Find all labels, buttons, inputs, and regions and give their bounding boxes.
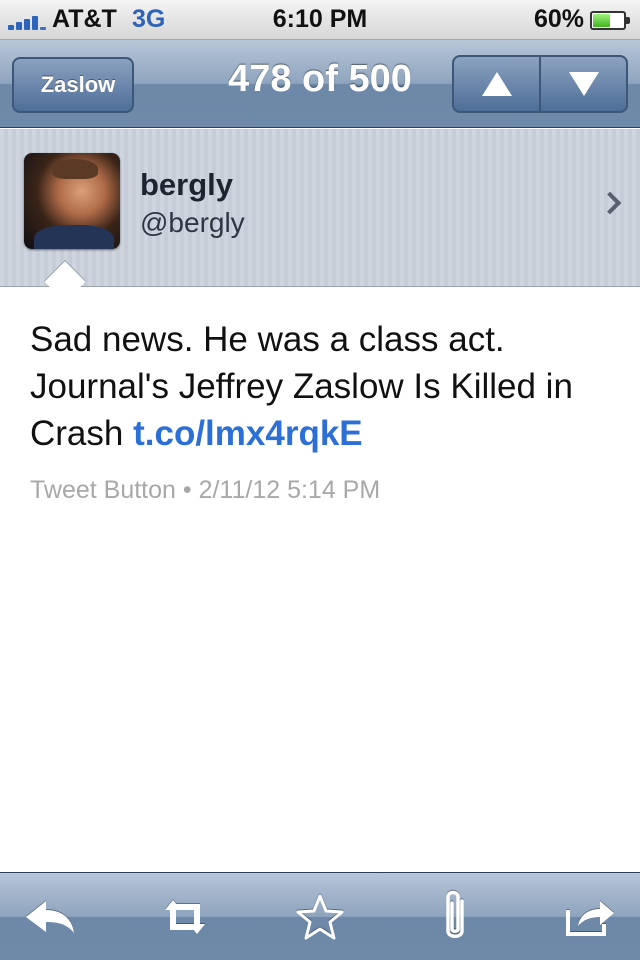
attach-button[interactable] bbox=[423, 885, 487, 949]
battery-percent: 60% bbox=[533, 5, 584, 33]
back-button[interactable]: Zaslow bbox=[12, 57, 134, 113]
back-button-label: Zaslow bbox=[40, 72, 116, 97]
battery-icon bbox=[590, 11, 630, 30]
reply-icon bbox=[26, 900, 74, 933]
profile-handle: @bergly bbox=[140, 207, 245, 238]
favorite-star-icon bbox=[296, 894, 344, 939]
navigation-bar: Zaslow 478 of 500 bbox=[0, 40, 640, 128]
bottom-toolbar bbox=[0, 872, 640, 960]
attachment-paperclip-icon bbox=[446, 890, 464, 938]
up-arrow-icon bbox=[481, 72, 512, 96]
reply-button[interactable] bbox=[18, 885, 82, 949]
retweet-button[interactable] bbox=[153, 885, 217, 949]
favorite-button[interactable] bbox=[288, 885, 352, 949]
profile-header[interactable]: bergly @bergly bbox=[0, 129, 640, 287]
prev-next-segmented-control bbox=[452, 55, 628, 113]
page-title: 478 of 500 bbox=[228, 58, 412, 100]
previous-button[interactable] bbox=[454, 57, 539, 111]
next-button[interactable] bbox=[539, 57, 626, 111]
retweet-icon bbox=[165, 899, 205, 934]
avatar[interactable] bbox=[24, 153, 120, 249]
share-button[interactable] bbox=[558, 885, 622, 949]
tweet-metadata: Tweet Button • 2/11/12 5:14 PM bbox=[30, 476, 381, 504]
status-bar: AT&T 3G 6:10 PM 60% bbox=[0, 0, 640, 40]
profile-name: bergly bbox=[140, 167, 234, 202]
share-icon bbox=[566, 900, 614, 936]
tweet-text: Sad news. He was a class act. Journal's … bbox=[30, 316, 610, 457]
chevron-right-icon bbox=[598, 191, 622, 215]
down-arrow-icon bbox=[568, 72, 599, 96]
tweet-link[interactable]: t.co/lmx4rqkE bbox=[133, 414, 363, 453]
